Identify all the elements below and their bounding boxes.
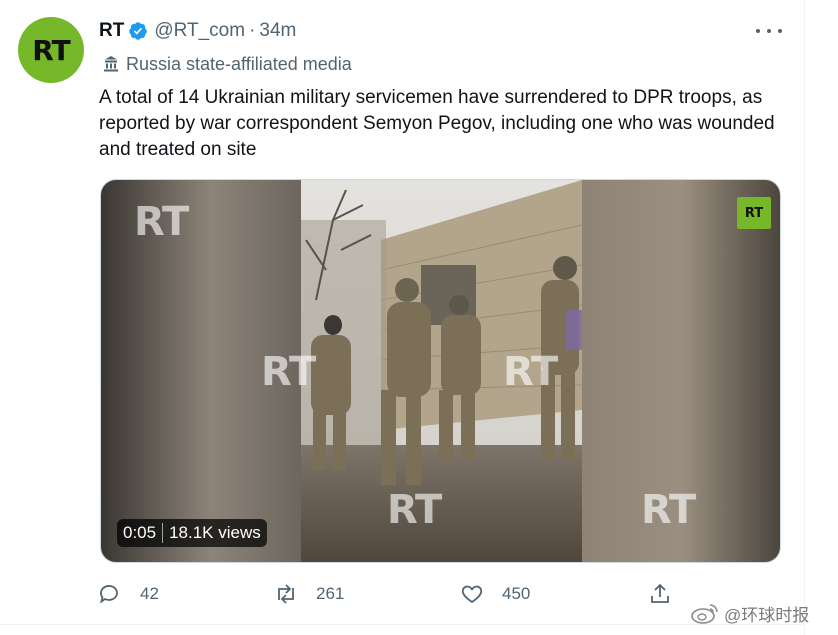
share-button[interactable] [648,578,672,610]
video-player[interactable]: RT RT RT RT RT RT 0:05 18.1K views [100,179,781,563]
separator-dot: · [249,20,256,41]
state-media-label-text: Russia state-affiliated media [126,53,352,74]
retweet-count: 261 [316,584,345,603]
reply-button[interactable]: 42 [98,578,159,610]
avatar[interactable]: RT [18,17,84,83]
tweet-actions: 42 261 450 [98,578,688,610]
watermark-bottom-right: RT [641,487,696,533]
handle[interactable]: @RT_com [154,20,245,42]
like-count: 450 [502,584,531,603]
verified-badge-icon [128,21,148,41]
reply-count: 42 [140,584,159,603]
video-duration: 0:05 [123,523,157,542]
source-watermark: @环球时报 [690,600,809,626]
government-building-icon [101,54,121,74]
retweet-button[interactable]: 261 [274,578,344,610]
like-button[interactable]: 450 [460,578,530,610]
tweet-divider [0,624,804,625]
reply-icon [100,585,118,604]
tweet-header: RT @RT_com · 34m [99,18,296,44]
video-info-badge: 0:05 18.1K views [117,519,267,547]
video-views: 18.1K views [169,523,261,542]
watermark-center-right: RT [503,349,558,395]
watermark-center-left: RT [261,349,316,395]
tweet-text: A total of 14 Ukrainian military service… [99,87,775,160]
source-watermark-text: @环球时报 [724,605,810,625]
share-icon [651,583,669,603]
watermark-left: RT [134,199,189,245]
channel-logo: RT [737,197,771,229]
avatar-logo: RT [32,33,70,67]
column-divider [804,0,805,635]
weibo-icon [691,604,718,624]
retweet-icon [278,584,294,604]
like-icon [461,585,483,604]
more-icon[interactable] [756,22,782,40]
watermark-bottom-center: RT [387,487,442,533]
state-media-label[interactable]: Russia state-affiliated media [101,51,352,77]
timestamp[interactable]: 34m [259,20,296,42]
display-name[interactable]: RT [99,20,124,42]
